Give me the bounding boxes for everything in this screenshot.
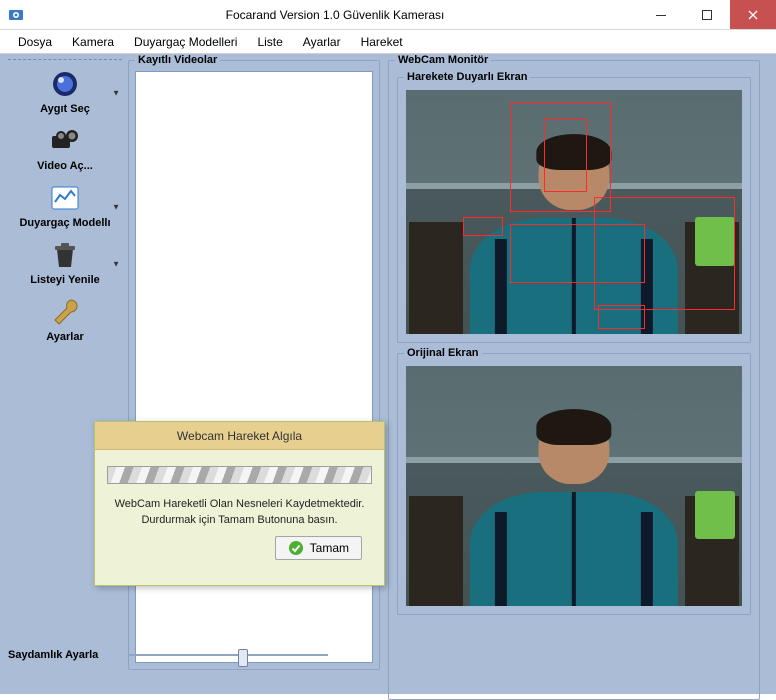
original-camera-feed	[406, 366, 742, 606]
minimize-button[interactable]	[638, 0, 684, 29]
chevron-down-icon: ▼	[112, 202, 120, 211]
motion-record-dialog: Webcam Hareket Algıla WebCam Hareketli O…	[94, 421, 385, 586]
ok-button[interactable]: Tamam	[275, 536, 362, 560]
menu-file[interactable]: Dosya	[8, 32, 62, 52]
chevron-down-icon: ▼	[112, 88, 120, 97]
video-camera-icon	[49, 125, 81, 157]
ok-label: Tamam	[310, 541, 349, 555]
motion-rect	[544, 119, 588, 192]
transparency-slider[interactable]	[128, 646, 328, 664]
webcam-monitor-group: WebCam Monitör Harekete Duyarlı Ekran	[388, 60, 760, 700]
motion-screen-title: Harekete Duyarlı Ekran	[404, 71, 530, 83]
content-area: Aygıt Seç ▼ Video Aç... Duyargaç Modellı…	[0, 54, 776, 694]
chevron-down-icon: ▼	[112, 259, 120, 268]
motion-screen-group: Harekete Duyarlı Ekran	[397, 77, 751, 343]
menu-motion[interactable]: Hareket	[351, 32, 413, 52]
side-toolbar: Aygıt Seç ▼ Video Aç... Duyargaç Modellı…	[8, 58, 122, 349]
refresh-list-button[interactable]: Listeyi Yenile ▼	[8, 235, 122, 292]
transparency-row: Saydamlık Ayarla	[8, 646, 328, 664]
menu-camera[interactable]: Kamera	[62, 32, 124, 52]
select-device-label: Aygıt Seç	[40, 103, 90, 115]
open-video-button[interactable]: Video Aç...	[8, 121, 122, 178]
app-icon	[8, 7, 24, 23]
motion-camera-feed	[406, 90, 742, 334]
chart-icon	[49, 182, 81, 214]
dialog-line1: WebCam Hareketli Olan Nesneleri Kaydetme…	[107, 498, 372, 510]
menu-models[interactable]: Duyargaç Modelleri	[124, 32, 247, 52]
menu-bar: Dosya Kamera Duyargaç Modelleri Liste Ay…	[0, 30, 776, 54]
camera-lens-icon	[49, 68, 81, 100]
original-screen-title: Orijinal Ekran	[404, 347, 482, 359]
title-bar: Focarand Version 1.0 Güvenlik Kamerası	[0, 0, 776, 30]
progress-bar	[107, 466, 372, 484]
maximize-button[interactable]	[684, 0, 730, 29]
original-screen-group: Orijinal Ekran	[397, 353, 751, 615]
detector-models-button[interactable]: Duyargaç Modellı ▼	[8, 178, 122, 235]
motion-rect	[463, 217, 503, 237]
select-device-button[interactable]: Aygıt Seç ▼	[8, 64, 122, 121]
close-button[interactable]	[730, 0, 776, 29]
detector-models-label: Duyargaç Modellı	[19, 217, 110, 229]
open-video-label: Video Aç...	[37, 160, 93, 172]
slider-thumb[interactable]	[238, 649, 248, 667]
settings-button[interactable]: Ayarlar	[8, 292, 122, 349]
trash-icon	[49, 239, 81, 271]
window-controls	[638, 0, 776, 29]
menu-settings[interactable]: Ayarlar	[293, 32, 351, 52]
webcam-monitor-title: WebCam Monitör	[395, 54, 491, 66]
menu-list[interactable]: Liste	[247, 32, 292, 52]
transparency-label: Saydamlık Ayarla	[8, 649, 98, 661]
dialog-body: WebCam Hareketli Olan Nesneleri Kaydetme…	[95, 450, 384, 568]
settings-label: Ayarlar	[46, 331, 84, 343]
check-icon	[288, 540, 304, 556]
dialog-line2: Durdurmak için Tamam Butonuna basın.	[107, 514, 372, 526]
motion-rect	[594, 197, 735, 309]
wrench-icon	[49, 296, 81, 328]
refresh-list-label: Listeyi Yenile	[30, 274, 100, 286]
dialog-title: Webcam Hareket Algıla	[95, 422, 384, 450]
recorded-videos-title: Kayıtlı Videolar	[135, 54, 220, 66]
window-title: Focarand Version 1.0 Güvenlik Kamerası	[32, 8, 638, 22]
toolbar-separator	[8, 59, 122, 60]
motion-rect	[598, 305, 645, 329]
